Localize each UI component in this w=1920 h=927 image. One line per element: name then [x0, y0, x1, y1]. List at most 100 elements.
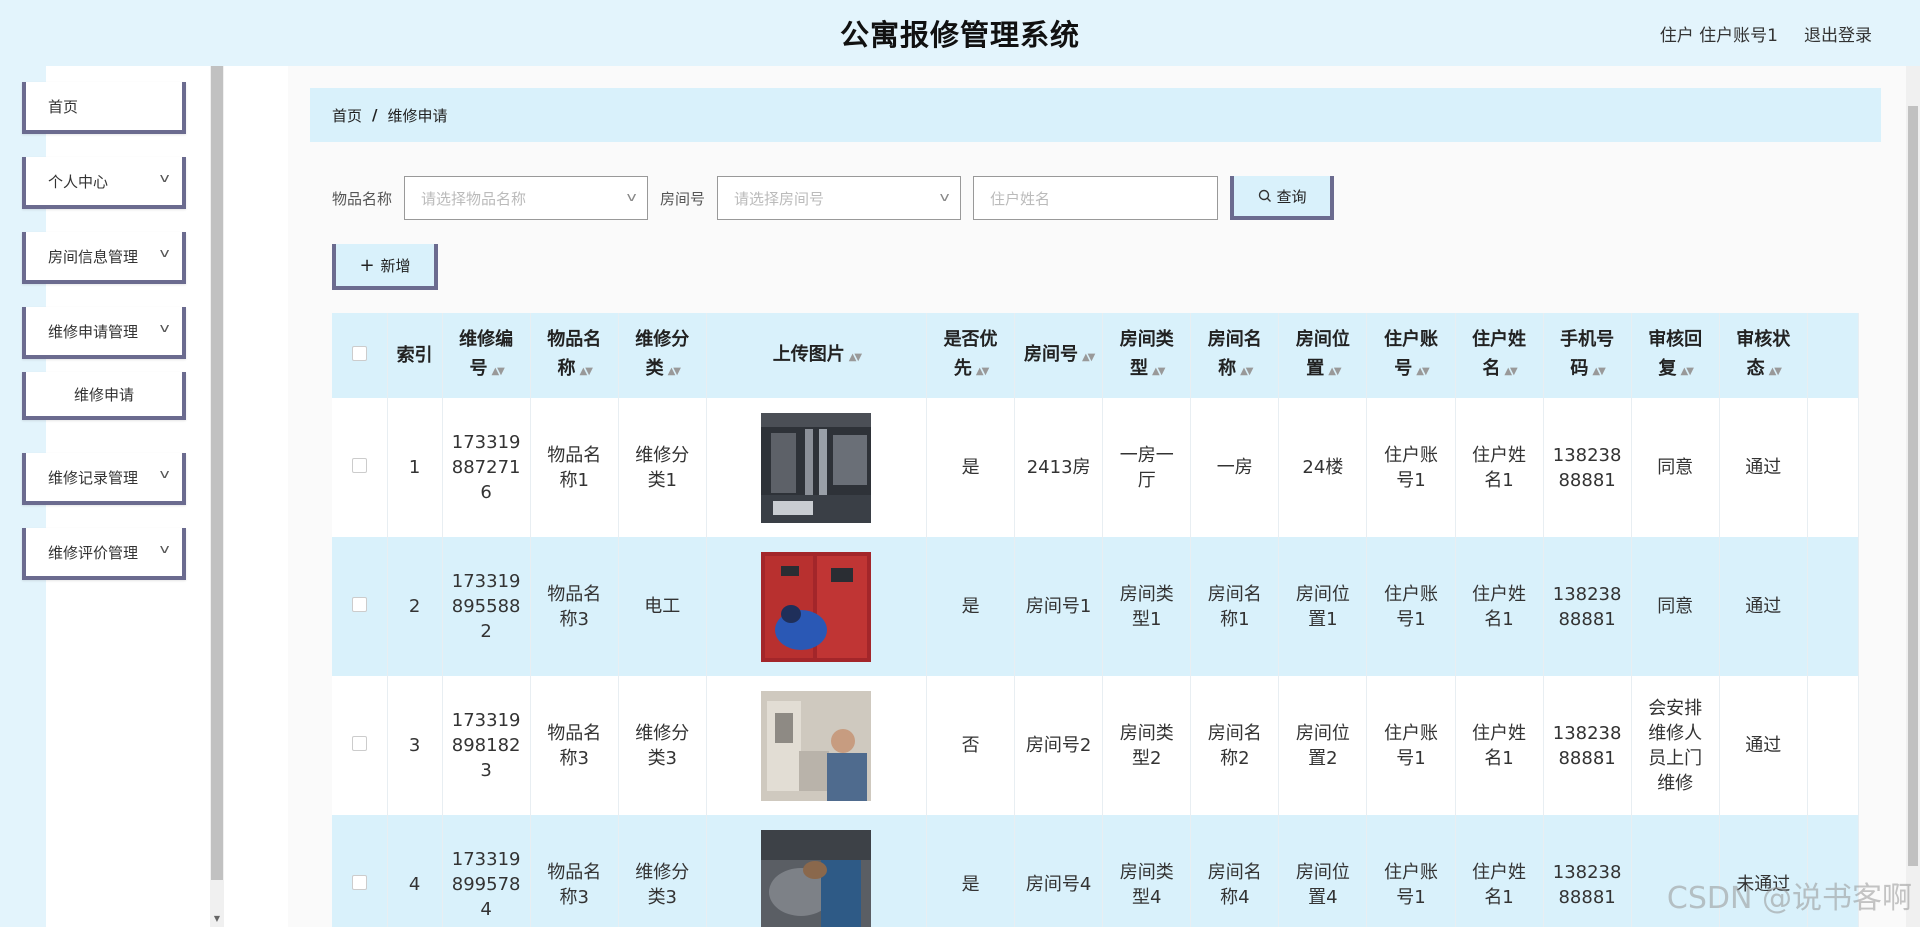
cell-image — [706, 398, 928, 537]
col-header-room-name[interactable]: 房间名称 ▲▼ — [1190, 313, 1280, 398]
cell-account: 住户账号1 — [1366, 815, 1456, 927]
cell-reply: 同意 — [1631, 398, 1720, 537]
row-checkbox[interactable] — [351, 458, 367, 473]
table-header-row: 索引 维修编号 ▲▼ 物品名称 ▲▼ 维修分类 ▲▼ 上传图片 ▲▼ 是否优先 ▲▼ 房间… — [332, 313, 1859, 398]
sidebar-item-label: 维修申请 — [73, 385, 134, 404]
sidebar-item-label: 房间信息管理 — [48, 247, 139, 266]
cell-status: 通过 — [1719, 537, 1808, 676]
cell-index: 2 — [387, 537, 443, 676]
cell-phone: 13823888881 — [1543, 676, 1632, 815]
cell-item-name: 物品名称1 — [530, 398, 619, 537]
add-button[interactable]: + 新增 — [332, 244, 438, 290]
room-no-select[interactable]: 请选择房间号 v — [717, 176, 962, 220]
repair-photo-1[interactable] — [761, 412, 872, 523]
watermark: CSDN @说书客啊 — [1666, 881, 1912, 916]
cell-resident-name: 住户姓名1 — [1455, 398, 1544, 537]
cell-repair-no: 1733198872716 — [442, 398, 531, 537]
chevron-down-icon: v — [939, 190, 950, 204]
col-header-room-type[interactable]: 房间类型 ▲▼ — [1102, 313, 1192, 398]
row-checkbox[interactable] — [351, 875, 367, 890]
sidebar-item-personal-center[interactable]: 个人中心 v — [22, 157, 186, 209]
select-all-checkbox[interactable] — [351, 346, 367, 361]
resident-name-input[interactable]: 住户姓名 — [973, 176, 1219, 220]
repair-photo-4[interactable] — [761, 829, 872, 927]
col-header-priority[interactable]: 是否优先 ▲▼ — [926, 313, 1016, 398]
col-header-item-name[interactable]: 物品名称 ▲▼ — [530, 313, 619, 398]
col-header-status[interactable]: 审核状态 ▲▼ — [1719, 313, 1808, 398]
logout-link[interactable]: 退出登录 — [1804, 21, 1872, 46]
sidebar-item-home[interactable]: 首页 — [22, 82, 186, 134]
cell-repair-no: 1733198981823 — [442, 676, 531, 815]
sidebar-scrollbar[interactable]: ▼ — [210, 66, 224, 927]
sort-icon: ▲▼ — [491, 366, 504, 377]
breadcrumb-home[interactable]: 首页 — [332, 105, 362, 126]
main-scroll-thumb[interactable] — [1908, 106, 1918, 866]
scroll-down-arrow-icon[interactable]: ▼ — [210, 914, 224, 923]
col-header-phone[interactable]: 手机号码 ▲▼ — [1543, 313, 1632, 398]
breadcrumb: 首页 / 维修申请 — [310, 88, 1881, 142]
chevron-down-icon: v — [159, 171, 170, 185]
cell-account: 住户账号1 — [1366, 537, 1456, 676]
cell-item-name: 物品名称3 — [530, 537, 619, 676]
col-header-reply[interactable]: 审核回复 ▲▼ — [1631, 313, 1720, 398]
top-header: 公寓报修管理系统 住户 住户账号1 退出登录 — [0, 0, 1920, 66]
cell-status: 通过 — [1719, 676, 1808, 815]
cell-room-location: 房间位置1 — [1278, 537, 1368, 676]
sidebar-item-repair-review-mgmt[interactable]: 维修评价管理 v — [22, 528, 186, 580]
repair-photo-3[interactable] — [761, 690, 872, 801]
current-user: 住户 住户账号1 — [1659, 25, 1778, 46]
cell-item-name: 物品名称3 — [530, 815, 619, 927]
cell-image — [706, 676, 928, 815]
col-header-image[interactable]: 上传图片 ▲▼ — [706, 313, 928, 398]
sidebar-item-repair-request[interactable]: 维修申请 — [22, 372, 186, 420]
query-button[interactable]: 查询 — [1230, 176, 1335, 220]
col-header-actions — [1807, 313, 1859, 398]
cell-room-type: 房间类型1 — [1102, 537, 1192, 676]
cell-room-location: 24楼 — [1278, 398, 1368, 537]
sort-icon: ▲▼ — [579, 366, 593, 377]
sidebar-item-label: 个人中心 — [48, 172, 109, 191]
chevron-down-icon: v — [159, 321, 170, 335]
col-header-room-no[interactable]: 房间号 ▲▼ — [1014, 313, 1104, 398]
cell-status: 通过 — [1719, 398, 1808, 537]
cell-room-name: 房间名称1 — [1190, 537, 1280, 676]
col-header-repair-type[interactable]: 维修分类 ▲▼ — [618, 313, 707, 398]
sort-icon: ▲▼ — [1328, 366, 1341, 377]
sidebar-item-repair-record-mgmt[interactable]: 维修记录管理 v — [22, 453, 186, 505]
col-header-index: 索引 — [387, 313, 443, 398]
sidebar-item-room-info[interactable]: 房间信息管理 v — [22, 232, 186, 284]
cell-image — [706, 537, 928, 676]
item-name-placeholder: 请选择物品名称 — [421, 189, 527, 208]
main-scrollbar[interactable] — [1906, 66, 1920, 927]
room-no-label: 房间号 — [660, 189, 706, 208]
sort-icon: ▲▼ — [1592, 366, 1605, 377]
repair-photo-2[interactable] — [761, 551, 872, 662]
col-header-repair-no[interactable]: 维修编号 ▲▼ — [442, 313, 531, 398]
col-header-account[interactable]: 住户账号 ▲▼ — [1366, 313, 1456, 398]
row-checkbox[interactable] — [351, 736, 367, 751]
cell-repair-no: 1733198955882 — [442, 537, 531, 676]
sort-icon: ▲▼ — [848, 351, 862, 363]
item-name-label: 物品名称 — [332, 189, 393, 208]
sort-icon: ▲▼ — [1240, 366, 1253, 377]
user-area: 住户 住户账号1 退出登录 — [1660, 0, 1872, 66]
cell-room-name: 房间名称4 — [1190, 815, 1280, 927]
cell-image — [706, 815, 928, 927]
cell-room-name: 房间名称2 — [1190, 676, 1280, 815]
item-name-select[interactable]: 请选择物品名称 v — [404, 176, 649, 220]
col-header-resident-name[interactable]: 住户姓名 ▲▼ — [1455, 313, 1544, 398]
cell-room-no: 房间号4 — [1014, 815, 1104, 927]
cell-room-type: 房间类型2 — [1102, 676, 1192, 815]
row-checkbox[interactable] — [351, 597, 367, 612]
cell-repair-no: 1733198995784 — [442, 815, 531, 927]
table-row: 2 1733198955882 物品名称3 电工 是 房间号1 房间类型1 房间… — [332, 537, 1859, 676]
sort-icon: ▲▼ — [1768, 366, 1782, 377]
sidebar-item-repair-request-mgmt[interactable]: 维修申请管理 v — [22, 307, 186, 359]
sidebar-scroll-thumb[interactable] — [211, 66, 223, 880]
col-header-room-location[interactable]: 房间位置 ▲▼ — [1278, 313, 1368, 398]
cell-repair-type: 维修分类3 — [618, 815, 707, 927]
cell-phone: 13823888881 — [1543, 398, 1632, 537]
sort-icon: ▲▼ — [975, 366, 989, 377]
cell-room-location: 房间位置2 — [1278, 676, 1368, 815]
query-button-label: 查询 — [1276, 187, 1307, 206]
